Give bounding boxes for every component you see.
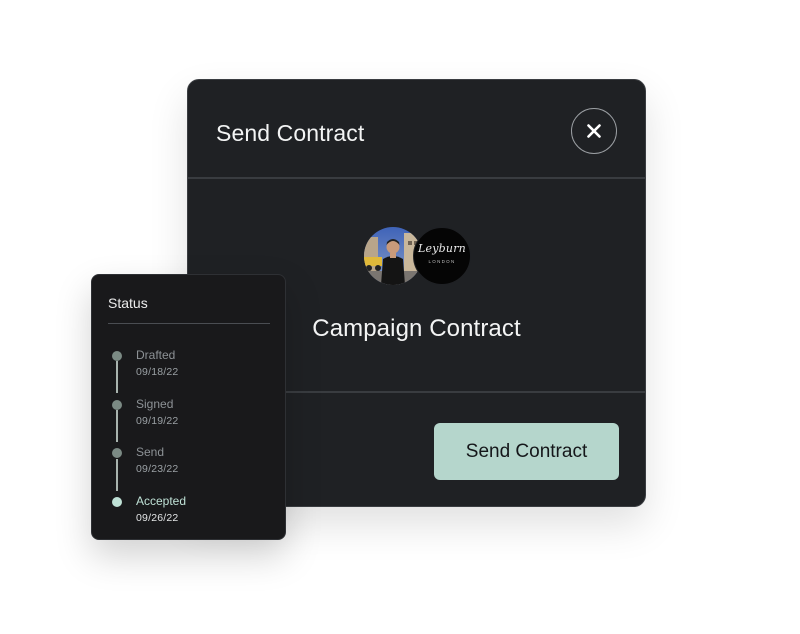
brand-avatar: Leyburn LONDON [413, 227, 471, 285]
step-label: Accepted [136, 494, 187, 508]
step-date: 09/18/22 [136, 366, 179, 378]
step-dot [112, 448, 122, 458]
close-icon [587, 124, 601, 138]
close-button[interactable] [571, 108, 617, 154]
step-label: Signed [136, 397, 174, 411]
status-step-send: Send 09/23/22 [92, 445, 285, 485]
avatar-group: Leyburn LONDON [364, 227, 474, 287]
step-date: 09/26/22 [136, 512, 179, 524]
step-dot [112, 497, 122, 507]
brand-logo-name: Leyburn [418, 242, 466, 255]
step-date: 09/23/22 [136, 463, 179, 475]
status-step-accepted: Accepted 09/26/22 [92, 494, 285, 534]
step-label: Send [136, 445, 165, 459]
step-label: Drafted [136, 348, 176, 362]
dialog-title: Send Contract [216, 120, 365, 146]
status-step-signed: Signed 09/19/22 [92, 397, 285, 437]
step-date: 09/19/22 [136, 415, 179, 427]
status-step-drafted: Drafted 09/18/22 [92, 348, 285, 388]
status-title: Status [108, 295, 148, 311]
brand-logo-subtitle: LONDON [428, 259, 456, 264]
dialog-header: Send Contract [188, 80, 645, 179]
send-contract-button[interactable]: Send Contract [434, 423, 619, 480]
status-card: Status Drafted 09/18/22 Signed 09/19/22 … [91, 274, 286, 540]
step-dot [112, 400, 122, 410]
status-divider [108, 323, 270, 324]
step-dot [112, 351, 122, 361]
